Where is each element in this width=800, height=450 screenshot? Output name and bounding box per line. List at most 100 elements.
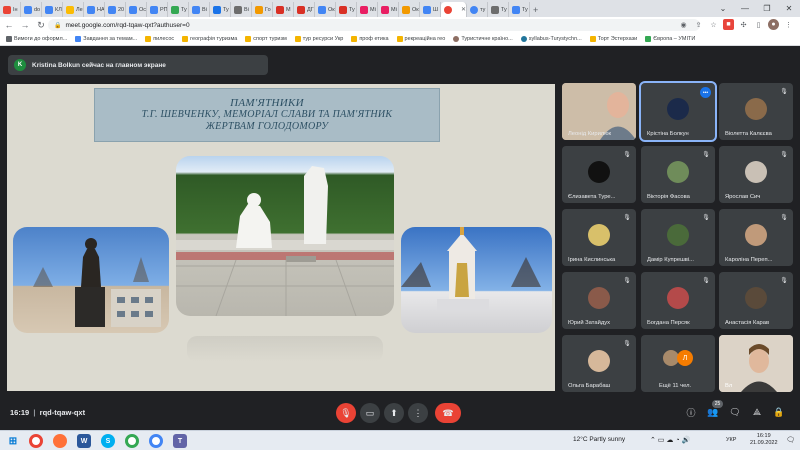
lock-icon[interactable]: 🔒 (54, 22, 61, 29)
tab[interactable]: Ін (0, 2, 21, 17)
tab[interactable]: Ві (189, 2, 210, 17)
bookmark[interactable]: Європа – УМІТИ (645, 36, 695, 42)
tab[interactable]: Ш (420, 2, 441, 17)
activities-icon[interactable]: ⟁ (751, 406, 763, 418)
tab[interactable]: Ле (63, 2, 84, 17)
tab[interactable]: ту (467, 2, 488, 17)
tab[interactable]: Ту (488, 2, 509, 17)
firefox-icon[interactable] (53, 434, 67, 448)
tab[interactable]: Мі (357, 2, 378, 17)
tab-search-icon[interactable]: ⌄ (712, 0, 734, 17)
participant-tile[interactable]: 🎙 Анастасія Карав (719, 272, 793, 329)
tab[interactable]: 20 (105, 2, 126, 17)
tab[interactable]: М (273, 2, 294, 17)
participant-tile[interactable]: 🎙 Юрий Затайдух (562, 272, 636, 329)
participant-tile-speaking[interactable]: ••• Крістіна Болкун (639, 81, 717, 142)
bookmark[interactable]: проф етика (351, 36, 389, 42)
minimize-icon[interactable]: — (734, 0, 756, 17)
tab[interactable]: Ві (231, 2, 252, 17)
tab[interactable]: НА (84, 2, 105, 17)
bookmark[interactable]: рекреаційна гео (396, 36, 445, 42)
close-tab-icon[interactable]: ✕ (461, 6, 466, 13)
tab[interactable]: Ок (399, 2, 420, 17)
bookmark[interactable]: Торт Эстерхази (589, 36, 637, 42)
host-controls-icon[interactable]: 🔒 (773, 406, 785, 418)
tab[interactable]: Го (252, 2, 273, 17)
participant-tile[interactable]: 🎙 Ольга Барабаш (562, 335, 636, 392)
tab[interactable]: Мі (378, 2, 399, 17)
word-icon[interactable]: W (77, 434, 91, 448)
menu-icon[interactable]: ⋮ (783, 19, 794, 30)
tab[interactable]: Ту (336, 2, 357, 17)
camera-toggle-button[interactable]: ▭ (360, 403, 380, 423)
participant-tile[interactable]: Леонід Кирилюк (562, 83, 636, 140)
tab-meet-active[interactable]: ✕ (441, 2, 467, 17)
more-options-button[interactable]: ⋮ (408, 403, 428, 423)
page-icon (234, 5, 242, 14)
participant-tile[interactable]: 🎙 Єлизавета Туре... (562, 146, 636, 203)
participant-tile[interactable]: 🎙 Ярослав Сич (719, 146, 793, 203)
bookmark[interactable]: Вимоги до оформл... (6, 36, 67, 42)
chat-icon[interactable]: 🗨 (729, 406, 741, 418)
reload-icon[interactable]: ↻ (34, 18, 48, 32)
chrome-icon[interactable] (29, 434, 43, 448)
chrome-icon[interactable] (125, 434, 139, 448)
notifications-icon[interactable]: 🗨 (786, 436, 795, 444)
tab[interactable]: Ту (210, 2, 231, 17)
bookmark[interactable]: географія туризма (182, 36, 237, 42)
tab[interactable]: Ок (315, 2, 336, 17)
bookmark[interactable]: syllabus-Turystychn... (520, 36, 582, 42)
tab[interactable]: Ос (126, 2, 147, 17)
star-icon[interactable]: ☆ (708, 19, 719, 30)
forward-icon[interactable]: → (18, 18, 32, 32)
participant-tile[interactable]: 🎙 Кароліна Переп... (719, 209, 793, 266)
participant-tile[interactable]: Вл (719, 335, 793, 392)
folder-icon (145, 36, 152, 42)
participant-tile[interactable]: 🎙 Богдана Персяк (641, 272, 715, 329)
participant-tile[interactable]: 🎙 Віолетта Калєєва (719, 83, 793, 140)
participant-tile[interactable]: 🎙 Вікторія Фасова (641, 146, 715, 203)
teams-icon[interactable]: T (173, 434, 187, 448)
info-icon[interactable]: ⓘ (685, 406, 697, 418)
puzzle-icon[interactable]: ✣ (738, 19, 749, 30)
camera-icon[interactable]: ◉ (678, 19, 689, 30)
bookmark[interactable]: Туристичне країно... (453, 36, 513, 42)
more-participants-tile[interactable]: Л Ещё 11 чел. (641, 335, 715, 392)
tab[interactable]: do (21, 2, 42, 17)
maximize-icon[interactable]: ❐ (756, 0, 778, 17)
weather-widget[interactable]: 12°C Partly sunny (573, 436, 625, 443)
tab[interactable]: КЛ (42, 2, 63, 17)
language-indicator[interactable]: УКР (726, 437, 736, 443)
participant-tile[interactable]: 🎙 Дамір Купрешві... (641, 209, 715, 266)
avatar[interactable]: ● (768, 19, 779, 30)
end-call-button[interactable]: ☎ (435, 403, 461, 423)
mic-toggle-button[interactable]: 🎙 (336, 403, 356, 423)
tab[interactable]: РП (147, 2, 168, 17)
close-window-icon[interactable]: ✕ (778, 0, 800, 17)
participant-tile[interactable]: 🎙 Ірина Кислинська (562, 209, 636, 266)
folder-icon (351, 36, 358, 42)
tab[interactable]: Ту (168, 2, 189, 17)
mic-off-icon: 🎙 (623, 340, 631, 347)
url-bar[interactable]: 🔒 meet.google.com/rqd-tqaw-qxt?authuser=… (48, 19, 700, 31)
windows-start-icon[interactable]: ⊞ (6, 434, 20, 448)
back-icon[interactable]: ← (2, 18, 16, 32)
tab[interactable]: ДГ (294, 2, 315, 17)
skype-icon[interactable]: S (101, 434, 115, 448)
tray-icons[interactable]: ⌃ ▭ ☁ ◔ 🔊 (650, 436, 690, 444)
bookmark[interactable]: тур ресурси Укр (294, 36, 343, 42)
tab[interactable]: Ту (509, 2, 530, 17)
mic-off-icon: 🎙 (780, 88, 788, 95)
mic-off-icon: 🎙 (780, 214, 788, 221)
present-button[interactable]: ⬆ (384, 403, 404, 423)
share-icon[interactable]: ⇪ (693, 19, 704, 30)
chrome-icon[interactable] (149, 434, 163, 448)
new-tab-button[interactable]: + (530, 2, 544, 17)
sidebar-icon[interactable]: ▯ (753, 19, 764, 30)
bookmark[interactable]: спорт туризм (245, 36, 287, 42)
meeting-info: 16:19 | rqd-tqaw-qxt (10, 408, 86, 417)
bookmark[interactable]: Завдання за темам... (75, 36, 137, 42)
clock[interactable]: 16:19 21.09.2022 (750, 433, 778, 447)
extension-icon[interactable]: ■ (723, 19, 734, 30)
bookmark[interactable]: пилесос (145, 36, 174, 42)
